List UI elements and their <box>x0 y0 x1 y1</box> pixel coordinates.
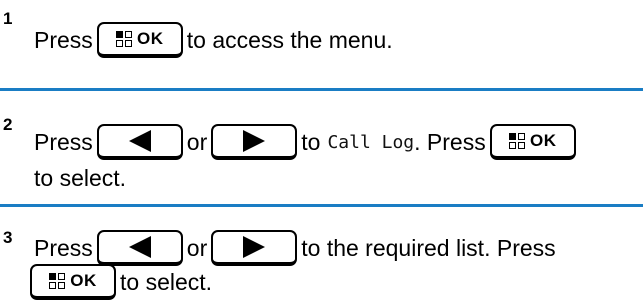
menu-item-name: Call Log <box>327 131 415 153</box>
menu-grid-icon <box>508 133 525 149</box>
right-arrow-button[interactable] <box>211 230 298 266</box>
ok-menu-button[interactable]: OK <box>489 124 576 160</box>
divider <box>0 88 643 91</box>
step-text: . Press <box>414 128 486 155</box>
right-arrow-icon <box>243 236 266 258</box>
step-text: to the required list. Press <box>301 234 556 261</box>
step-text: to access the menu. <box>186 26 393 53</box>
step-text: to <box>301 128 321 155</box>
ok-label: OK <box>137 29 164 48</box>
step-number: 2 <box>3 115 13 134</box>
step-text: to select. <box>34 164 127 191</box>
step-number: 1 <box>3 9 13 28</box>
menu-grid-icon <box>116 31 133 47</box>
step-2-line-2: to select. <box>34 158 126 198</box>
step-text: or <box>186 128 208 155</box>
divider <box>0 204 643 207</box>
step-text: Press <box>34 128 93 155</box>
step-text: Press <box>34 234 93 261</box>
ok-label: OK <box>529 131 557 150</box>
left-arrow-icon <box>128 236 151 258</box>
left-arrow-button[interactable] <box>96 124 183 160</box>
right-arrow-button[interactable] <box>211 124 298 160</box>
step-3-line-2: OK to select. <box>30 262 212 302</box>
right-arrow-icon <box>243 130 266 152</box>
menu-grid-icon <box>49 273 66 289</box>
left-arrow-button[interactable] <box>96 230 183 266</box>
step-text: Press <box>34 26 93 53</box>
step-number: 3 <box>3 228 13 247</box>
step-text: to select. <box>120 268 213 295</box>
step-1-line: Press OK to access the menu. <box>34 20 393 60</box>
ok-menu-button[interactable]: OK <box>96 22 183 58</box>
step-text: or <box>186 234 208 261</box>
ok-menu-button[interactable]: OK <box>30 264 116 300</box>
ok-label: OK <box>70 271 97 290</box>
step-2-line-1: Press or to Call Log . Press OK <box>34 122 576 162</box>
left-arrow-icon <box>128 130 151 152</box>
